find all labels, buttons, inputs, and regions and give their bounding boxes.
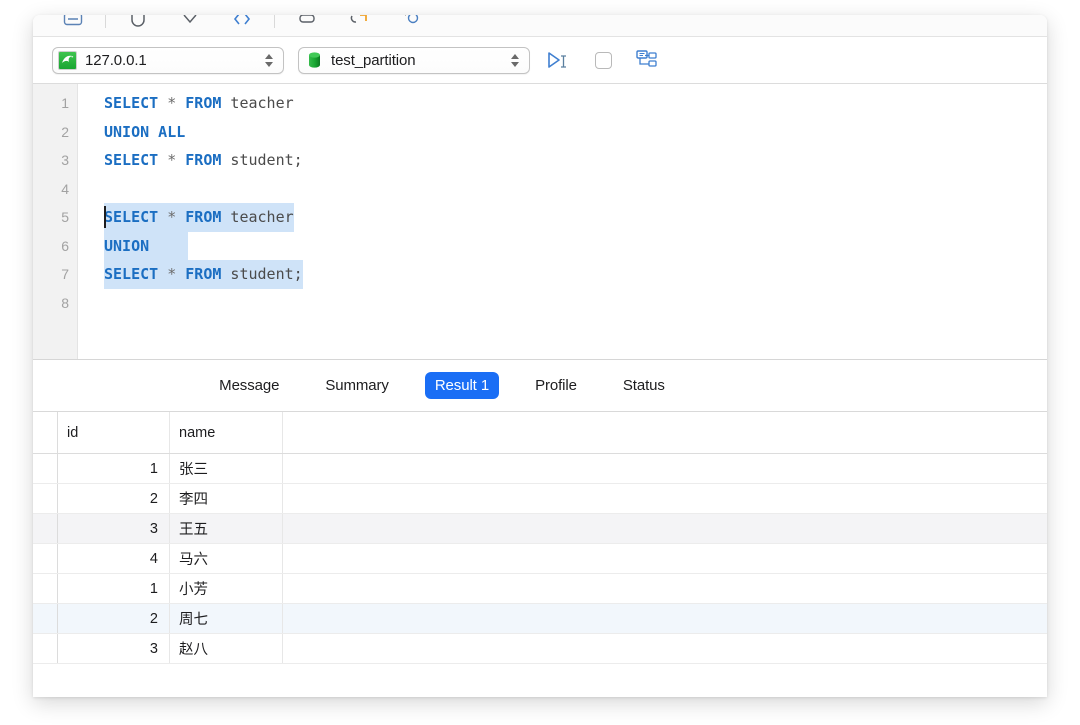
table-row[interactable]: 1 张三 bbox=[33, 454, 1047, 484]
line-text: UNION bbox=[104, 231, 188, 260]
run-query-button[interactable] bbox=[544, 46, 574, 74]
cell-name[interactable]: 马六 bbox=[170, 544, 283, 573]
editor-line[interactable]: 5 SELECT * FROM teacher bbox=[33, 203, 1047, 232]
cell-name[interactable]: 李四 bbox=[170, 484, 283, 513]
line-number: 8 bbox=[61, 294, 69, 311]
row-selector-cell[interactable] bbox=[33, 604, 58, 633]
cell-id[interactable]: 2 bbox=[58, 484, 170, 513]
cell-name[interactable]: 赵八 bbox=[170, 634, 283, 663]
line-number: 5 bbox=[61, 209, 69, 225]
screenshot-root: 127.0.0.1 test_partition 1 SELECT * FROM… bbox=[0, 0, 1080, 725]
line-text: UNION ALL bbox=[104, 122, 186, 141]
column-header-name[interactable]: name bbox=[170, 412, 283, 453]
tab-profile[interactable]: Profile bbox=[525, 372, 587, 399]
cell-empty bbox=[283, 604, 1047, 633]
line-number: 7 bbox=[61, 266, 69, 282]
editor-line[interactable]: 4 bbox=[33, 175, 1047, 204]
table-row[interactable]: 4 马六 bbox=[33, 544, 1047, 574]
editor-line[interactable]: 6 UNION bbox=[33, 231, 1047, 260]
row-selector-cell[interactable] bbox=[33, 634, 58, 663]
column-header-empty bbox=[283, 412, 1047, 453]
cell-id[interactable]: 4 bbox=[58, 544, 170, 573]
cell-name[interactable]: 小芳 bbox=[170, 574, 283, 603]
cell-id[interactable]: 3 bbox=[58, 634, 170, 663]
cell-empty bbox=[283, 484, 1047, 513]
database-cylinder-icon bbox=[306, 51, 323, 69]
cell-name[interactable]: 王五 bbox=[170, 514, 283, 543]
cell-empty bbox=[283, 634, 1047, 663]
tab-message[interactable]: Message bbox=[209, 372, 289, 399]
toolbar-strip bbox=[33, 15, 1047, 37]
table-row[interactable]: 2 周七 bbox=[33, 604, 1047, 634]
line-number: 1 bbox=[61, 95, 69, 111]
row-selector-cell[interactable] bbox=[33, 514, 58, 543]
row-selector-cell[interactable] bbox=[33, 454, 58, 483]
tab-status[interactable]: Status bbox=[613, 372, 675, 399]
row-selector-cell[interactable] bbox=[33, 484, 58, 513]
row-selector-cell[interactable] bbox=[33, 544, 58, 573]
save-file-icon[interactable] bbox=[164, 15, 216, 34]
tab-result-1[interactable]: Result 1 bbox=[424, 372, 500, 399]
cell-name[interactable]: 周七 bbox=[170, 604, 283, 633]
explain-plan-button[interactable] bbox=[632, 46, 662, 74]
cell-id[interactable]: 3 bbox=[58, 514, 170, 543]
sql-editor[interactable]: 1 SELECT * FROM teacher 2 UNION ALL 3 SELECT … bbox=[33, 84, 1047, 360]
undo-icon[interactable] bbox=[333, 15, 385, 34]
editor-line[interactable]: 2 UNION ALL bbox=[33, 118, 1047, 147]
cell-empty bbox=[283, 544, 1047, 573]
result-grid[interactable]: id name 1 张三 2 李四 3 王五 4 马六 1 小芳 2 周七 3 赵八 bbox=[33, 412, 1047, 664]
editor-line[interactable]: 1 SELECT * FROM teacher bbox=[33, 89, 1047, 118]
code-brackets-icon[interactable] bbox=[216, 15, 268, 34]
database-stepper-icon[interactable] bbox=[508, 50, 522, 70]
mysql-dolphin-icon bbox=[58, 50, 77, 70]
editor-line[interactable]: 7 SELECT * FROM student; bbox=[33, 260, 1047, 289]
checkbox-square-icon bbox=[594, 51, 612, 69]
row-selector-cell[interactable] bbox=[33, 574, 58, 603]
editor-code[interactable]: 1 SELECT * FROM teacher 2 UNION ALL 3 SELECT … bbox=[33, 84, 1047, 359]
line-text: SELECT * FROM teacher bbox=[104, 94, 294, 112]
editor-line[interactable]: 8 bbox=[33, 289, 1047, 318]
line-number: 6 bbox=[61, 237, 69, 254]
host-stepper-icon[interactable] bbox=[262, 50, 276, 70]
info-icon[interactable] bbox=[385, 15, 437, 34]
row-select-header[interactable] bbox=[33, 412, 58, 453]
line-text: SELECT * FROM student; bbox=[104, 151, 303, 169]
table-row[interactable]: 3 赵八 bbox=[33, 634, 1047, 664]
editor-line[interactable]: 3 SELECT * FROM student; bbox=[33, 146, 1047, 175]
sql-editor-window: 127.0.0.1 test_partition 1 SELECT * FROM… bbox=[33, 15, 1047, 697]
toolbar-divider-2 bbox=[274, 15, 275, 28]
format-sql-icon[interactable] bbox=[281, 15, 333, 34]
line-number: 4 bbox=[61, 180, 69, 197]
host-select[interactable]: 127.0.0.1 bbox=[52, 46, 284, 74]
cell-name[interactable]: 张三 bbox=[170, 454, 283, 483]
line-text: SELECT * FROM student; bbox=[104, 260, 303, 289]
cell-id[interactable]: 1 bbox=[58, 574, 170, 603]
grid-header-row: id name bbox=[33, 412, 1047, 454]
text-caret bbox=[104, 206, 106, 228]
new-query-icon[interactable] bbox=[47, 15, 99, 34]
connection-bar: 127.0.0.1 test_partition bbox=[33, 37, 1047, 84]
table-row[interactable]: 1 小芳 bbox=[33, 574, 1047, 604]
table-row[interactable]: 3 王五 bbox=[33, 514, 1047, 544]
cell-empty bbox=[283, 574, 1047, 603]
table-row[interactable]: 2 李四 bbox=[33, 484, 1047, 514]
cell-empty bbox=[283, 454, 1047, 483]
column-header-id[interactable]: id bbox=[58, 412, 170, 453]
query-checkbox[interactable] bbox=[588, 46, 618, 74]
line-text: SELECT * FROM teacher bbox=[104, 203, 294, 232]
cell-empty bbox=[283, 514, 1047, 543]
line-number: 3 bbox=[61, 152, 69, 168]
cell-id[interactable]: 1 bbox=[58, 454, 170, 483]
database-value: test_partition bbox=[331, 51, 416, 69]
tab-summary[interactable]: Summary bbox=[315, 372, 398, 399]
toolbar-row bbox=[33, 15, 437, 36]
database-select[interactable]: test_partition bbox=[298, 46, 530, 74]
line-number: 2 bbox=[61, 123, 69, 140]
toolbar-divider-1 bbox=[105, 15, 106, 28]
host-value: 127.0.0.1 bbox=[85, 51, 147, 69]
cell-id[interactable]: 2 bbox=[58, 604, 170, 633]
open-file-icon[interactable] bbox=[112, 15, 164, 34]
result-tabs: Message Summary Result 1 Profile Status bbox=[33, 360, 1047, 412]
